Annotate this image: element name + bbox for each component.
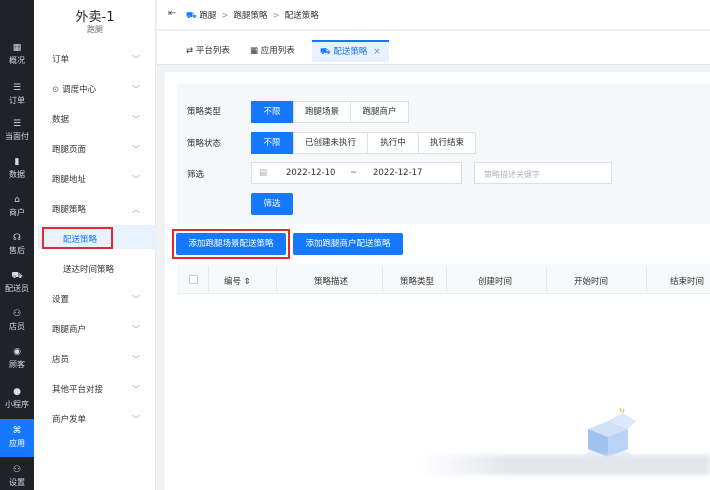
bar-chart-icon: ▮ (14, 157, 20, 167)
location-icon: ⊙ (52, 85, 60, 95)
chevron-down-icon: ﹀ (132, 295, 140, 304)
chevron-down-icon: ﹀ (132, 175, 140, 184)
calendar-icon: ▤ (259, 168, 268, 178)
menu-item-errand-pages[interactable]: 跑腿页面 ﹀ (52, 140, 148, 160)
rail-item-merchant[interactable]: ⌂ 商户 (0, 188, 34, 224)
type-option-merchant[interactable]: 跑腿商户 (350, 101, 409, 123)
date-separator: ~ (350, 168, 358, 178)
list-icon: ☰ (12, 83, 22, 93)
column-divider (276, 266, 277, 292)
filter-button[interactable]: 筛选 (251, 193, 293, 215)
rail-item-courier[interactable]: ⛟ 配送员 (0, 264, 34, 300)
grid-icon: ▦ (12, 43, 22, 53)
chevron-down-icon: ﹀ (132, 85, 140, 94)
date-range-picker[interactable]: ▤ 2022-12-10 ~ 2022-12-17 (251, 162, 462, 184)
chevron-down-icon: ﹀ (132, 115, 140, 124)
submenu-item-arrival-time-strategy[interactable]: 送达时间策略 (63, 258, 114, 282)
column-created: 创建时间 (478, 277, 513, 287)
status-option-finished[interactable]: 执行结束 (418, 132, 476, 154)
tag-icon: ⇄ (186, 46, 194, 56)
user-icon: ⚇ (12, 309, 22, 319)
tab-app-list[interactable]: ▦ 应用列表 (250, 40, 295, 62)
status-option-created[interactable]: 已创建未执行 (293, 132, 368, 154)
date-start[interactable]: 2022-12-10 (286, 168, 335, 178)
menu-item-errand-address[interactable]: 跑腿地址 ﹀ (52, 170, 148, 190)
type-option-any[interactable]: 不限 (251, 101, 293, 123)
chat-icon: ● (13, 387, 21, 397)
truck-icon: ⛟ (11, 271, 23, 281)
apps-icon: ▦ (250, 46, 259, 56)
breadcrumb-root[interactable]: 跑腿 (199, 11, 216, 21)
app-subtitle: 跑腿 (87, 25, 103, 34)
rail-item-data[interactable]: ▮ 数据 (0, 150, 34, 186)
column-divider (446, 266, 447, 292)
tab-delivery-strategy[interactable]: ⛟ 配送策略 × (312, 40, 389, 62)
chevron-down-icon: ﹀ (132, 355, 140, 364)
rail-item-staff[interactable]: ⚇ 店员 (0, 302, 34, 338)
menu-item-merchant-dispatch[interactable]: 商户发单 ﹀ (52, 410, 148, 430)
breadcrumb-current: 配送策略 (284, 11, 319, 21)
menu-item-staff[interactable]: 店员 ﹀ (52, 350, 148, 370)
chevron-up-icon: ︿ (132, 205, 140, 214)
menu-item-other-platforms[interactable]: 其他平台对接 ﹀ (52, 380, 148, 400)
date-end[interactable]: 2022-12-17 (373, 168, 422, 178)
tab-bar (157, 31, 710, 65)
breadcrumb: ⛟ 跑腿 > 跑腿策略 > 配送策略 (186, 11, 319, 21)
table-header (177, 264, 710, 294)
apps-icon: ⌘ (12, 426, 22, 436)
rail-item-aftersale[interactable]: ☊ 售后 (0, 226, 34, 262)
user-settings-icon: ⚇ (12, 465, 22, 475)
rail-item-customer[interactable]: ◉ 顾客 (0, 340, 34, 376)
column-description: 策略描述 (314, 277, 349, 287)
highlight-box (42, 227, 113, 249)
rail-item-settings[interactable]: ⚇ 设置 (0, 458, 34, 490)
tab-platform-list[interactable]: ⇄ 平台列表 (186, 40, 230, 62)
close-icon[interactable]: × (373, 47, 380, 57)
keyword-input[interactable]: 策略描述关键字 (474, 162, 612, 184)
chevron-down-icon: ﹀ (132, 55, 140, 64)
column-divider (382, 266, 383, 292)
customer-icon: ◉ (13, 347, 21, 357)
column-id[interactable]: 编号 ⇕ (224, 275, 251, 287)
chevron-down-icon: ﹀ (132, 325, 140, 334)
status-option-running[interactable]: 执行中 (367, 132, 419, 154)
status-filter-label: 策略状态 (187, 139, 222, 149)
rail-item-overview[interactable]: ▦ 概况 (0, 36, 34, 72)
chevron-down-icon: ﹀ (132, 385, 140, 394)
rail-item-orders[interactable]: ☰ 订单 (0, 76, 34, 112)
add-merchant-strategy-button[interactable]: 添加跑腿商户配送策略 (293, 233, 403, 255)
menu-item-errand-strategy[interactable]: 跑腿策略 ︿ (52, 200, 148, 220)
type-filter-label: 策略类型 (187, 107, 222, 117)
type-option-scene[interactable]: 跑腿场景 (293, 101, 351, 123)
app-title: 外卖-1 (75, 10, 115, 25)
chevron-down-icon: ﹀ (132, 415, 140, 424)
menu-item-settings[interactable]: 设置 ﹀ (52, 290, 148, 310)
chevron-down-icon: ﹀ (132, 145, 140, 154)
filter-label: 筛选 (187, 170, 205, 180)
menu-item-errand-merchant[interactable]: 跑腿商户 ﹀ (52, 320, 148, 340)
breadcrumb-parent[interactable]: 跑腿策略 (234, 11, 268, 21)
store-icon: ⌂ (14, 195, 20, 205)
highlight-box (172, 229, 290, 259)
rail-item-apps[interactable]: ⌘ 应用 (0, 419, 34, 457)
column-divider (646, 266, 647, 292)
column-end: 结束时间 (670, 277, 705, 287)
rail-item-facepay[interactable]: ☰ 当面付 (0, 112, 34, 148)
collapse-menu-icon[interactable]: ⇤ (168, 8, 176, 19)
rail-item-miniapp[interactable]: ● 小程序 (0, 380, 34, 416)
menu-item-data[interactable]: 数据 ﹀ (52, 110, 148, 130)
status-option-any[interactable]: 不限 (251, 132, 293, 154)
errand-icon: ⛟ (320, 47, 331, 57)
column-type: 策略类型 (400, 277, 435, 287)
select-all-checkbox[interactable] (189, 275, 198, 284)
column-divider (208, 266, 209, 292)
headset-icon: ☊ (13, 233, 21, 243)
errand-icon: ⛟ (186, 11, 197, 21)
menu-item-dispatch[interactable]: ⊙ 调度中心 ﹀ (52, 80, 148, 100)
column-divider (546, 266, 547, 292)
menu-item-orders[interactable]: 订单 ﹀ (52, 50, 148, 70)
blurred-watermark (420, 455, 710, 475)
list-icon: ☰ (12, 119, 22, 129)
column-start: 开始时间 (574, 277, 609, 287)
